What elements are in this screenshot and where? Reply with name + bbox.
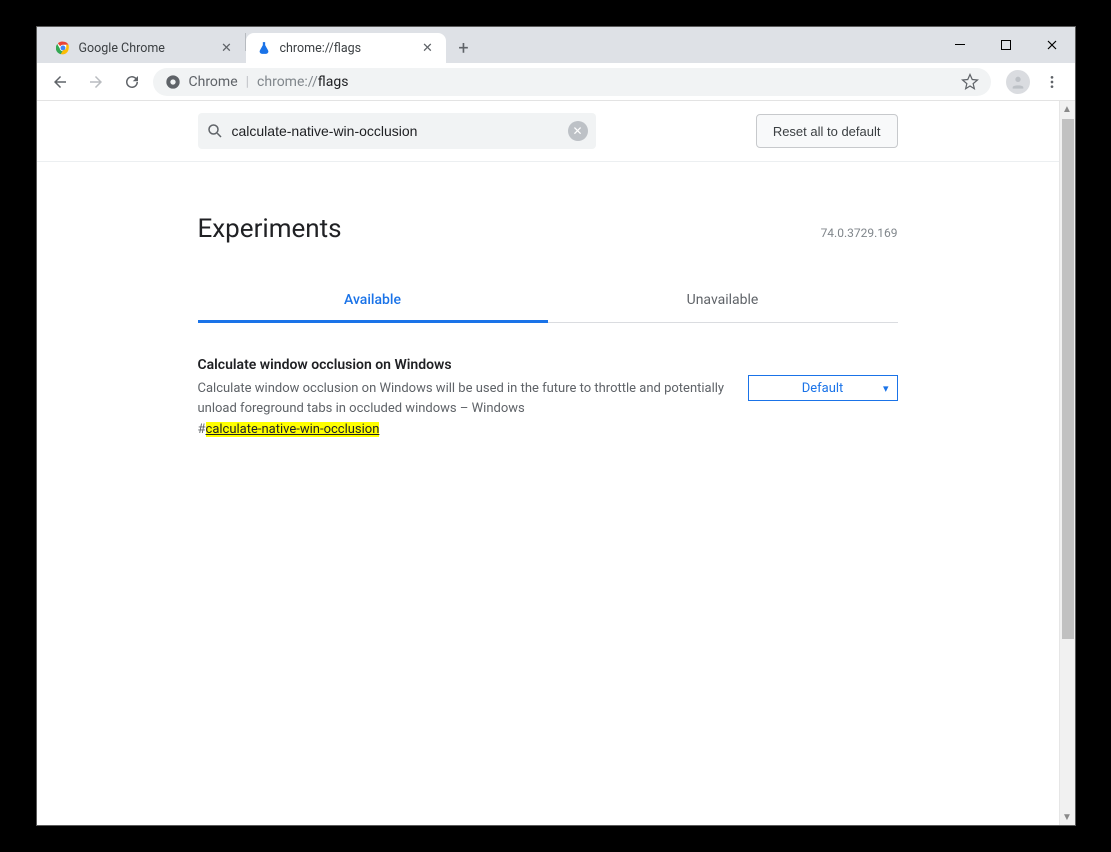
forward-button[interactable] [81,67,111,97]
titlebar: Google Chrome ✕ chrome://flags ✕ + [37,27,1075,63]
tab-unavailable[interactable]: Unavailable [548,280,898,322]
toolbar: Chrome | chrome://flags [37,63,1075,101]
flask-favicon [256,40,272,56]
omnibox-chip: Chrome [189,74,238,90]
star-icon[interactable] [961,73,979,91]
tab-google-chrome[interactable]: Google Chrome ✕ [45,33,245,63]
flag-anchor-hash: # [198,422,206,437]
vertical-scrollbar[interactable]: ▲ ▼ [1059,101,1075,825]
close-tab-icon[interactable]: ✕ [219,40,235,56]
omnibox-url-scheme: chrome:// [257,74,318,90]
tab-label: Google Chrome [79,41,211,56]
tab-label: chrome://flags [280,41,412,56]
reload-button[interactable] [117,67,147,97]
tab-strip: Google Chrome ✕ chrome://flags ✕ + [37,27,478,63]
flag-anchor-id: calculate-native-win-occlusion [206,422,380,437]
clear-search-icon[interactable]: ✕ [568,121,588,141]
kebab-menu-icon[interactable] [1037,67,1067,97]
flag-anchor[interactable]: #calculate-native-win-occlusion [198,422,728,437]
flags-search-box[interactable]: ✕ [198,113,596,149]
scroll-thumb[interactable] [1062,119,1074,639]
window-maximize-button[interactable] [983,30,1029,60]
profile-avatar[interactable] [1003,67,1033,97]
flag-title: Calculate window occlusion on Windows [198,357,728,373]
new-tab-button[interactable]: + [450,34,478,62]
search-icon [206,122,224,140]
chrome-security-icon [165,74,181,90]
reset-all-button[interactable]: Reset all to default [756,114,898,148]
flags-search-input[interactable] [232,123,560,139]
scroll-up-icon[interactable]: ▲ [1060,101,1075,117]
flags-tabs: Available Unavailable [198,280,898,323]
viewport: ✕ Reset all to default Experiments 74.0.… [37,101,1075,825]
page-content: ✕ Reset all to default Experiments 74.0.… [37,101,1059,825]
flag-item: Calculate window occlusion on Windows Ca… [198,357,898,437]
omnibox-separator: | [246,74,249,90]
back-button[interactable] [45,67,75,97]
omnibox-url-path: flags [318,74,349,90]
flag-select[interactable]: Default [748,375,898,401]
omnibox[interactable]: Chrome | chrome://flags [153,68,991,96]
omnibox-url: chrome://flags [257,74,348,90]
browser-window: Google Chrome ✕ chrome://flags ✕ + [36,26,1076,826]
chrome-favicon [55,40,71,56]
tab-chrome-flags[interactable]: chrome://flags ✕ [246,33,446,63]
scroll-down-icon[interactable]: ▼ [1060,809,1075,825]
window-minimize-button[interactable] [937,30,983,60]
page-title: Experiments [198,214,342,244]
close-tab-icon[interactable]: ✕ [420,40,436,56]
flag-select-value: Default [802,381,844,396]
tab-available[interactable]: Available [198,280,548,323]
window-controls [937,27,1075,63]
window-close-button[interactable] [1029,30,1075,60]
flags-header: ✕ Reset all to default [37,101,1059,162]
flag-description: Calculate window occlusion on Windows wi… [198,379,728,418]
chrome-version: 74.0.3729.169 [821,226,898,240]
